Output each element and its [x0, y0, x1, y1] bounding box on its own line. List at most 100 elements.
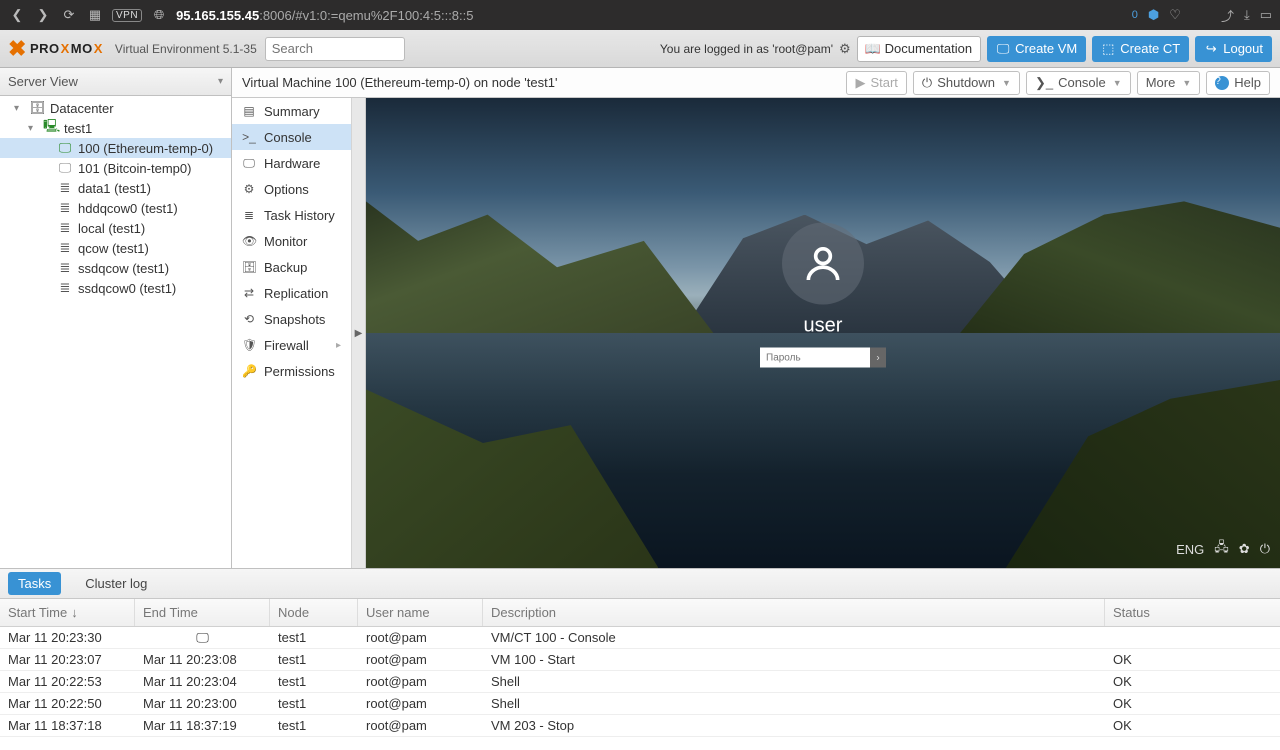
- guest-login-overlay: user ›: [760, 223, 886, 368]
- task-row[interactable]: Mar 11 18:37:18Mar 11 18:37:19test1root@…: [0, 715, 1280, 737]
- col-start-time[interactable]: Start Time ↓: [0, 599, 135, 626]
- accessibility-icon[interactable]: ✿: [1239, 541, 1250, 557]
- user-icon: [801, 242, 845, 286]
- task-row[interactable]: Mar 11 20:22:53Mar 11 20:23:04test1root@…: [0, 671, 1280, 693]
- heart-icon[interactable]: ♡: [1169, 7, 1181, 23]
- create-vm-button[interactable]: 🖵Create VM: [987, 36, 1086, 62]
- col-status[interactable]: Status: [1105, 599, 1280, 626]
- console-button[interactable]: ❯_Console▼: [1026, 71, 1131, 95]
- submenu-console[interactable]: >_Console: [232, 124, 351, 150]
- tree-view-selector[interactable]: Server View▾: [0, 68, 231, 96]
- panel-expand-handle[interactable]: ▶: [352, 98, 366, 568]
- gear-icon[interactable]: ⚙: [839, 41, 851, 57]
- terminal-icon: ❯_: [1035, 75, 1053, 91]
- url-bar[interactable]: 95.165.155.45:8006/#v1:0:=qemu%2F100:4:5…: [176, 8, 473, 23]
- tree-storage-3[interactable]: ≣qcow (test1): [0, 238, 231, 258]
- tree-storage-2[interactable]: ≣local (test1): [0, 218, 231, 238]
- share-icon[interactable]: ⤴: [1221, 6, 1234, 25]
- tree-storage-1[interactable]: ≣hddqcow0 (test1): [0, 198, 231, 218]
- col-node[interactable]: Node: [270, 599, 358, 626]
- col-user[interactable]: User name: [358, 599, 483, 626]
- submenu-icon: 🗄: [242, 260, 256, 274]
- tree-storage-4[interactable]: ≣ssdqcow (test1): [0, 258, 231, 278]
- submenu-icon: ⇄: [242, 286, 256, 300]
- network-icon[interactable]: 🖧: [1214, 538, 1229, 560]
- submenu-icon: 👁: [242, 234, 256, 248]
- more-button[interactable]: More▼: [1137, 71, 1201, 95]
- task-row[interactable]: Mar 11 20:22:50Mar 11 20:23:00test1root@…: [0, 693, 1280, 715]
- task-log-panel: Tasks Cluster log Start Time ↓ End Time …: [0, 568, 1280, 750]
- globe-icon[interactable]: 🌐︎: [150, 6, 168, 24]
- tab-cluster-log[interactable]: Cluster log: [75, 572, 157, 595]
- submenu-icon: 🛡: [242, 338, 256, 352]
- download-icon[interactable]: ⤓: [1244, 7, 1250, 23]
- submenu-firewall[interactable]: 🛡Firewall▸: [232, 332, 351, 358]
- submenu-icon: ⟲: [242, 312, 256, 326]
- node-icon: 🖳: [43, 117, 59, 139]
- col-description[interactable]: Description: [483, 599, 1105, 626]
- chevron-down-icon: ▾: [218, 76, 223, 87]
- guest-lang-indicator[interactable]: ENG: [1176, 542, 1204, 557]
- power-icon: ⏻: [922, 75, 932, 91]
- submenu-monitor[interactable]: 👁Monitor: [232, 228, 351, 254]
- storage-icon: ≣: [57, 260, 73, 276]
- battery-icon: ▭: [1260, 7, 1272, 23]
- tree-vm-100[interactable]: 🖵100 (Ethereum-temp-0): [0, 138, 231, 158]
- storage-icon: ≣: [57, 200, 73, 216]
- submenu-icon: ≣: [242, 208, 256, 222]
- cube-icon: ⬚: [1101, 42, 1115, 56]
- guest-password-input[interactable]: [760, 348, 870, 368]
- submenu-summary[interactable]: ▤Summary: [232, 98, 351, 124]
- resource-tree-panel: Server View▾ ▾🗄Datacenter ▾🖳test1 🖵100 (…: [0, 68, 232, 568]
- proxmox-logo: ✖ PROXMOX: [8, 36, 103, 62]
- vm-stopped-icon: 🖵: [57, 160, 73, 176]
- submenu-task-history[interactable]: ≣Task History: [232, 202, 351, 228]
- breadcrumb: Virtual Machine 100 (Ethereum-temp-0) on…: [242, 75, 840, 90]
- reload-icon[interactable]: ⟳: [60, 6, 78, 24]
- version-label: Virtual Environment 5.1-35: [115, 42, 257, 56]
- browser-chrome: ❮ ❯ ⟳ ▦ VPN 🌐︎ 95.165.155.45:8006/#v1:0:…: [0, 0, 1280, 30]
- task-row[interactable]: Mar 11 20:23:07Mar 11 20:23:08test1root@…: [0, 649, 1280, 671]
- submenu-options[interactable]: ⚙Options: [232, 176, 351, 202]
- shield-icon[interactable]: ⬢: [1148, 7, 1159, 23]
- start-button[interactable]: ▶Start: [846, 71, 906, 95]
- create-ct-button[interactable]: ⬚Create CT: [1092, 36, 1189, 62]
- nav-back-icon[interactable]: ❮: [8, 6, 26, 24]
- tree-storage-0[interactable]: ≣data1 (test1): [0, 178, 231, 198]
- vm-running-icon: 🖵: [57, 140, 73, 156]
- vm-console[interactable]: user › ENG 🖧 ✿ ⏻: [366, 98, 1280, 568]
- tab-tasks[interactable]: Tasks: [8, 572, 61, 595]
- col-end-time[interactable]: End Time: [135, 599, 270, 626]
- tree-storage-5[interactable]: ≣ssdqcow0 (test1): [0, 278, 231, 298]
- guest-power-icon[interactable]: ⏻: [1260, 541, 1270, 557]
- submenu-icon: 🔑: [242, 364, 256, 378]
- search-input[interactable]: [265, 37, 405, 61]
- submenu-hardware[interactable]: 🖵Hardware: [232, 150, 351, 176]
- submenu-backup[interactable]: 🗄Backup: [232, 254, 351, 280]
- guest-login-submit[interactable]: ›: [870, 348, 886, 368]
- nav-forward-icon[interactable]: ❯: [34, 6, 52, 24]
- submenu-snapshots[interactable]: ⟲Snapshots: [232, 306, 351, 332]
- vpn-badge[interactable]: VPN: [112, 9, 142, 22]
- apps-icon[interactable]: ▦: [86, 6, 104, 24]
- submenu-icon: ⚙: [242, 182, 256, 196]
- submenu-permissions[interactable]: 🔑Permissions: [232, 358, 351, 384]
- sort-down-icon: ↓: [71, 605, 78, 620]
- blocker-count[interactable]: 0: [1132, 9, 1138, 21]
- tree-datacenter[interactable]: ▾🗄Datacenter: [0, 98, 231, 118]
- task-table-header: Start Time ↓ End Time Node User name Des…: [0, 599, 1280, 627]
- tree-vm-101[interactable]: 🖵101 (Bitcoin-temp0): [0, 158, 231, 178]
- running-icon: 🖵: [143, 630, 262, 646]
- submenu-icon: 🖵: [242, 156, 256, 171]
- task-row[interactable]: Mar 11 20:23:30🖵test1root@pamVM/CT 100 -…: [0, 627, 1280, 649]
- play-icon: ▶: [855, 75, 865, 91]
- shutdown-button[interactable]: ⏻Shutdown▼: [913, 71, 1020, 95]
- tree-node-test1[interactable]: ▾🖳test1: [0, 118, 231, 138]
- help-button[interactable]: ?Help: [1206, 71, 1270, 95]
- documentation-button[interactable]: 📖Documentation: [857, 36, 981, 62]
- submenu-icon: ▤: [242, 104, 256, 118]
- submenu-replication[interactable]: ⇄Replication: [232, 280, 351, 306]
- logout-icon: ↪: [1204, 42, 1218, 56]
- logout-button[interactable]: ↪Logout: [1195, 36, 1272, 62]
- storage-icon: ≣: [57, 240, 73, 256]
